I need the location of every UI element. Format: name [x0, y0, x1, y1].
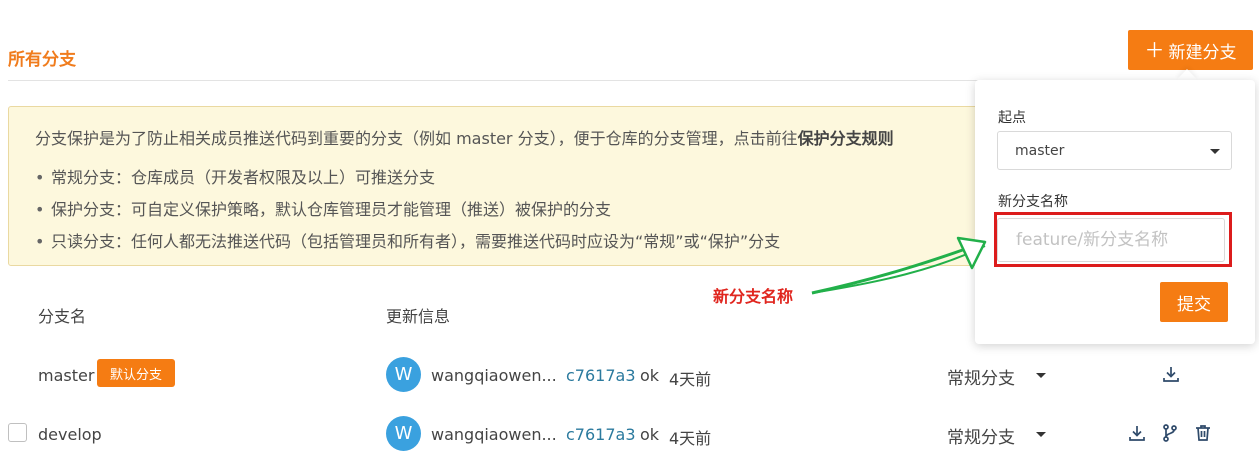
default-branch-badge: 默认分支 [97, 359, 175, 387]
commit-author[interactable]: wangqiaowen... [431, 366, 557, 385]
notice-item-text: 常规分支：仓库成员（开发者权限及以上）可推送分支 [51, 168, 436, 187]
bullet-icon: • [35, 232, 45, 251]
start-point-select[interactable]: master [997, 131, 1232, 170]
new-branch-popover: 起点 master 新分支名称 提交 [975, 80, 1255, 344]
notice-item-text: 只读分支：任何人都无法推送代码（包括管理员和所有者），需要推送代码时应设为“常规… [51, 232, 781, 251]
commit-message: ok [640, 425, 660, 444]
page-title: 所有分支 [8, 50, 76, 70]
download-icon[interactable] [1161, 364, 1181, 384]
branch-select-checkbox[interactable] [8, 423, 27, 442]
commit-time: 4天前 [669, 370, 712, 389]
branch-type-label: 常规分支 [947, 428, 1015, 448]
start-point-label: 起点 [998, 110, 1026, 126]
commit-message: ok [640, 366, 660, 385]
download-icon[interactable] [1127, 423, 1147, 443]
submit-button[interactable]: 提交 [1160, 282, 1228, 322]
branch-type-label: 常规分支 [947, 369, 1015, 389]
branch-type-dropdown[interactable]: 常规分支 [947, 421, 1057, 448]
notice-item: • 只读分支：任何人都无法推送代码（包括管理员和所有者），需要推送代码时应设为“常… [35, 228, 780, 252]
commit-hash-link[interactable]: c7617a3 [566, 425, 636, 444]
new-branch-name-input[interactable] [997, 218, 1225, 262]
commit-time: 4天前 [669, 429, 712, 448]
bullet-icon: • [35, 200, 45, 219]
annotation-label: 新分支名称 [713, 287, 794, 306]
new-branch-name-label: 新分支名称 [998, 194, 1068, 210]
new-branch-button[interactable]: ＋ 新建分支 [1128, 30, 1253, 70]
caret-down-icon [1210, 149, 1220, 154]
trash-icon[interactable] [1193, 423, 1213, 443]
caret-down-icon [1036, 432, 1046, 437]
notice-intro-text: 分支保护是为了防止相关成员推送代码到重要的分支（例如 master 分支），便于… [35, 129, 798, 148]
column-header-update-info: 更新信息 [386, 307, 451, 326]
branch-name-link[interactable]: master [38, 366, 94, 385]
notice-item: • 常规分支：仓库成员（开发者权限及以上）可推送分支 [35, 164, 435, 188]
commit-hash-link[interactable]: c7617a3 [566, 366, 636, 385]
caret-down-icon [1036, 373, 1046, 378]
branch-type-dropdown[interactable]: 常规分支 [947, 362, 1057, 389]
notice-item-text: 保护分支：可自定义保护策略，默认仓库管理员才能管理（推送）被保护的分支 [51, 200, 612, 219]
notice-intro: 分支保护是为了防止相关成员推送代码到重要的分支（例如 master 分支），便于… [35, 125, 894, 149]
avatar[interactable]: W [386, 357, 421, 392]
plus-icon: ＋ [1144, 38, 1165, 62]
protection-rules-link[interactable]: 保护分支规则 [798, 129, 894, 148]
branch-protection-notice: 分支保护是为了防止相关成员推送代码到重要的分支（例如 master 分支），便于… [8, 106, 998, 266]
header-divider [8, 80, 978, 81]
new-branch-label: 新建分支 [1168, 42, 1237, 63]
avatar[interactable]: W [386, 416, 421, 451]
column-header-branch-name: 分支名 [38, 307, 87, 326]
branch-name-link[interactable]: develop [38, 425, 102, 444]
notice-item: • 保护分支：可自定义保护策略，默认仓库管理员才能管理（推送）被保护的分支 [35, 196, 611, 220]
bullet-icon: • [35, 168, 45, 187]
commit-author[interactable]: wangqiaowen... [431, 425, 557, 444]
start-point-value: master [1015, 142, 1065, 159]
branch-icon[interactable] [1160, 423, 1180, 443]
